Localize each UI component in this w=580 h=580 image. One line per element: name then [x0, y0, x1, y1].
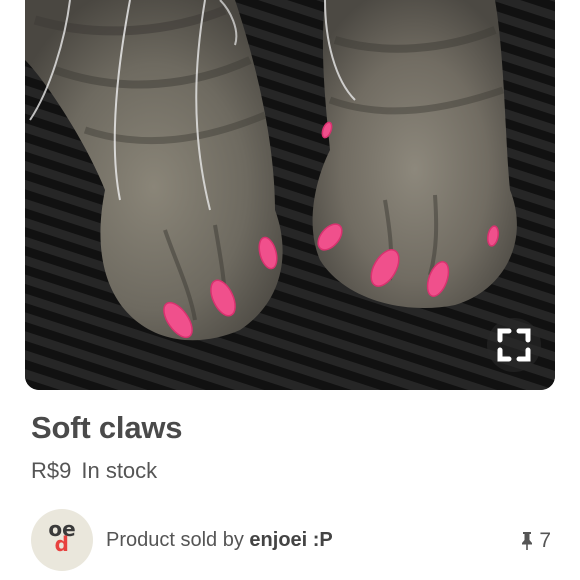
seller-prefix: Product sold by — [106, 529, 244, 551]
cat-paws-photo — [25, 0, 555, 390]
seller-row[interactable]: oe p Product sold by enjoei :P 7 — [31, 509, 551, 571]
pin-count[interactable]: 7 — [520, 529, 551, 553]
price-row: R$9 In stock — [31, 458, 157, 484]
expand-icon — [497, 328, 531, 362]
expand-button[interactable] — [487, 318, 541, 372]
seller-avatar[interactable]: oe p — [31, 509, 93, 571]
pin-count-value: 7 — [539, 529, 551, 552]
seller-attribution: Product sold by enjoei :P — [106, 529, 333, 552]
product-title: Soft claws — [31, 410, 183, 445]
seller-name[interactable]: enjoei :P — [249, 529, 332, 551]
logo-text-bottom: p — [54, 535, 70, 559]
pushpin-icon — [522, 532, 533, 550]
product-price: R$9 — [31, 458, 72, 483]
product-image[interactable] — [25, 0, 555, 390]
seller-logo: oe p — [48, 519, 75, 559]
stock-status: In stock — [81, 458, 158, 483]
